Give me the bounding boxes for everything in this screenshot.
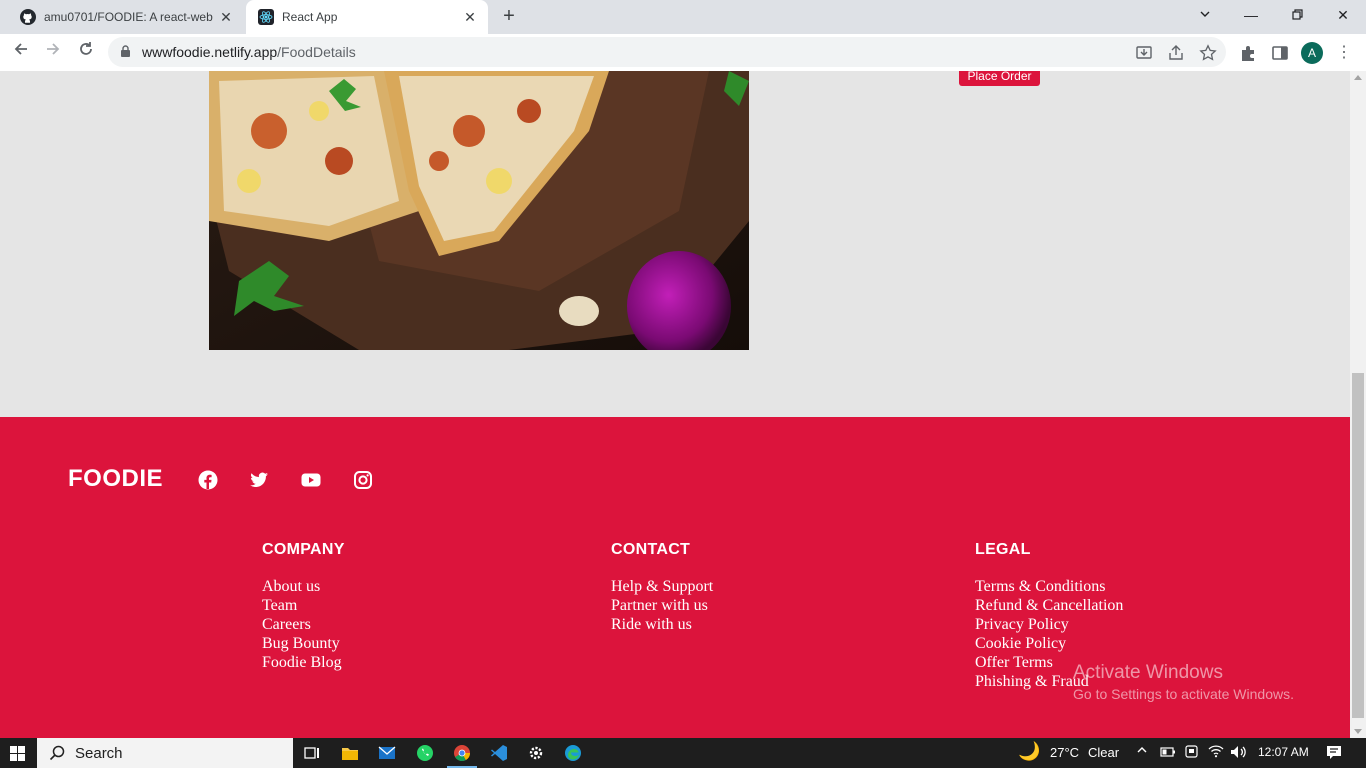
whatsapp-icon[interactable]	[415, 743, 435, 763]
restore-button[interactable]	[1274, 0, 1320, 30]
footer-link-help-support[interactable]: Help & Support	[611, 577, 713, 596]
footer-link-ride[interactable]: Ride with us	[611, 615, 713, 634]
tab-title: React App	[282, 10, 338, 24]
edge-icon[interactable]	[563, 743, 583, 763]
taskbar-search[interactable]: Search	[37, 738, 293, 768]
menu-icon[interactable]: ⋮	[1336, 42, 1352, 62]
weather-temperature[interactable]: 27°C	[1050, 745, 1079, 760]
browser-toolbar: wwwfoodie.netlify.app/FoodDetails A ⋮	[0, 34, 1366, 72]
facebook-icon[interactable]	[198, 470, 218, 490]
url-text: wwwfoodie.netlify.app/FoodDetails	[142, 44, 356, 60]
url-host: wwwfoodie.netlify.app	[142, 44, 278, 60]
footer-link-cookie[interactable]: Cookie Policy	[975, 634, 1123, 653]
footer-heading-legal: LEGAL	[975, 541, 1031, 558]
scroll-up-arrow-icon[interactable]	[1354, 75, 1362, 80]
footer-link-careers[interactable]: Careers	[262, 615, 342, 634]
twitter-icon[interactable]	[249, 470, 269, 490]
arrow-left-icon	[14, 43, 27, 55]
tab-title: amu0701/FOODIE: A react-web a	[44, 10, 216, 24]
meet-now-icon[interactable]	[1185, 744, 1199, 763]
wifi-icon[interactable]	[1208, 744, 1224, 761]
close-icon[interactable]: ✕	[460, 9, 480, 26]
volume-icon[interactable]	[1230, 744, 1248, 763]
footer-link-team[interactable]: Team	[262, 596, 342, 615]
scroll-down-arrow-icon[interactable]	[1354, 729, 1362, 734]
reload-icon	[80, 42, 92, 55]
battery-icon[interactable]	[1160, 746, 1176, 761]
new-tab-button[interactable]: +	[498, 6, 520, 28]
react-icon	[258, 9, 274, 25]
footer: FOODIE COMPANY About us Team Careers Bug…	[0, 417, 1350, 738]
tab-react-app[interactable]: React App ✕	[246, 0, 488, 34]
share-icon[interactable]	[1167, 44, 1185, 62]
tab-search-button[interactable]	[1182, 0, 1228, 30]
instagram-icon[interactable]	[353, 470, 373, 490]
activate-windows-subtitle: Go to Settings to activate Windows.	[1073, 686, 1294, 702]
footer-link-foodie-blog[interactable]: Foodie Blog	[262, 653, 342, 672]
footer-brand[interactable]: FOODIE	[68, 465, 163, 493]
address-bar[interactable]: wwwfoodie.netlify.app/FoodDetails	[108, 37, 1226, 67]
footer-link-refund[interactable]: Refund & Cancellation	[975, 596, 1123, 615]
star-icon[interactable]	[1199, 44, 1217, 62]
close-window-button[interactable]: ✕	[1320, 0, 1366, 30]
activate-windows-title: Activate Windows	[1073, 662, 1223, 683]
github-icon	[20, 9, 36, 25]
reload-button[interactable]	[74, 40, 98, 64]
page-content: Place Order FOODIE COMPANY About us Team…	[0, 71, 1350, 738]
footer-link-partner[interactable]: Partner with us	[611, 596, 713, 615]
extensions-icon[interactable]	[1239, 44, 1257, 62]
back-button[interactable]	[9, 40, 33, 64]
file-explorer-icon[interactable]	[340, 743, 360, 763]
chevron-up-icon[interactable]	[1136, 744, 1148, 759]
page-scrollbar[interactable]	[1350, 71, 1366, 738]
chevron-down-icon	[1200, 11, 1210, 17]
restore-icon	[1291, 9, 1303, 20]
settings-gear-icon[interactable]	[526, 743, 546, 763]
browser-tab-strip: amu0701/FOODIE: A react-web a ✕ React Ap…	[0, 0, 1366, 34]
mail-icon[interactable]	[377, 743, 397, 763]
clock-time[interactable]: 12:07 AM	[1258, 745, 1309, 759]
notifications-icon[interactable]	[1326, 744, 1342, 763]
chrome-icon[interactable]	[452, 743, 472, 763]
footer-link-privacy[interactable]: Privacy Policy	[975, 615, 1123, 634]
footer-link-bug-bounty[interactable]: Bug Bounty	[262, 634, 342, 653]
tab-github[interactable]: amu0701/FOODIE: A react-web a ✕	[8, 0, 244, 34]
moon-weather-icon[interactable]: 🌙	[1018, 741, 1040, 762]
close-icon[interactable]: ✕	[216, 9, 236, 26]
lock-icon	[121, 45, 130, 57]
minimize-button[interactable]: —	[1228, 0, 1274, 30]
side-panel-icon[interactable]	[1271, 44, 1289, 62]
forward-button[interactable]	[41, 40, 65, 64]
footer-link-about-us[interactable]: About us	[262, 577, 342, 596]
search-label: Search	[75, 745, 123, 762]
search-icon	[49, 745, 65, 761]
pizza-image	[209, 71, 749, 361]
windows-taskbar: Search 🌙 27°C Clear 12:07 AM	[0, 738, 1366, 768]
footer-heading-contact: CONTACT	[611, 541, 691, 558]
youtube-icon[interactable]	[301, 470, 321, 490]
windows-start-icon[interactable]	[10, 746, 25, 761]
footer-links-company: About us Team Careers Bug Bounty Foodie …	[262, 577, 342, 672]
weather-condition[interactable]: Clear	[1088, 745, 1119, 760]
footer-heading-company: COMPANY	[262, 541, 345, 558]
scroll-thumb[interactable]	[1352, 373, 1364, 718]
task-view-icon[interactable]	[302, 743, 322, 763]
footer-link-terms[interactable]: Terms & Conditions	[975, 577, 1123, 596]
avatar[interactable]: A	[1301, 42, 1323, 64]
place-order-button[interactable]: Place Order	[959, 71, 1040, 86]
vscode-icon[interactable]	[489, 743, 509, 763]
install-app-icon[interactable]	[1135, 44, 1153, 62]
arrow-right-icon	[47, 43, 60, 55]
url-path: /FoodDetails	[277, 44, 356, 60]
footer-links-contact: Help & Support Partner with us Ride with…	[611, 577, 713, 634]
